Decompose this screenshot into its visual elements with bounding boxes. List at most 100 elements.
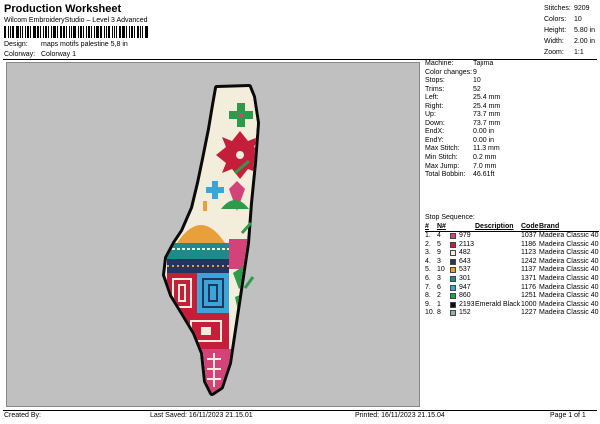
barcode-bar (86, 26, 87, 38)
barcode-bar (4, 26, 6, 38)
stat-value: 1:1 (574, 49, 584, 56)
stat-row: Width: 2.00 in (544, 36, 595, 47)
col-hash: # (425, 223, 429, 230)
info-value: 46.61ft (473, 171, 495, 179)
design-value: maps motifs palestine 5,8 in (41, 41, 128, 48)
info-value: 9 (473, 68, 477, 76)
barcode-bar (129, 26, 130, 38)
info-row: Trims: 52 (425, 86, 599, 95)
info-label: Machine: (425, 60, 454, 67)
stat-row: Stitches: 9209 (544, 3, 595, 14)
color-swatch (450, 301, 456, 308)
design-stats: Stitches: 9209 Colors: 10 Height: 5.80 in W… (544, 3, 595, 58)
barcode-bar (22, 26, 23, 38)
stat-value: 9209 (574, 5, 590, 12)
row-needle: 4 (437, 232, 441, 239)
row-number: 4. (425, 257, 431, 265)
stop-sequence-table: 1. 4 979 1037 Madeira Classic 40 2. 5 2113 1186 M… (425, 232, 599, 318)
row-brand: Madeira Classic 40 (539, 274, 599, 282)
row-thread-name: 2113 (459, 240, 475, 248)
row-code: 1186 (521, 240, 537, 248)
colorway-row: Colorway: Colorway 1 (4, 51, 76, 58)
barcode-bar (12, 26, 14, 38)
info-row: Stops: 10 (425, 77, 599, 86)
row-needle: 10 (437, 266, 445, 274)
color-swatch (450, 241, 456, 248)
stop-sequence-row: 10. 8 152 1227 Madeira Classic 40 (425, 309, 599, 318)
last-saved: Last Saved: 16/11/2023 21.15.01 (150, 412, 253, 419)
info-label: Left: (425, 94, 439, 102)
barcode-bar (106, 26, 107, 38)
row-needle: 2 (437, 292, 441, 300)
stat-value: 2.00 in (574, 38, 596, 45)
stat-label: Width: (544, 38, 564, 45)
barcode-bar (60, 26, 62, 38)
design-label: Design: (4, 41, 28, 48)
col-code: Code (521, 223, 539, 230)
info-label: Color changes: (425, 68, 473, 76)
col-n: N# (437, 223, 446, 230)
row-code: 1137 (521, 266, 537, 274)
created-by: Created By: (4, 412, 41, 419)
barcode-bar (114, 26, 115, 38)
barcode-bar (88, 26, 90, 38)
printed-date: Printed: 16/11/2023 21.15.04 (355, 412, 445, 419)
info-value: 0.00 in (473, 136, 495, 144)
stop-sequence-row: 6. 3 301 1371 Madeira Classic 40 (425, 275, 599, 284)
row-thread-name: 482 (459, 249, 471, 257)
row-brand: Madeira Classic 40 (539, 300, 599, 308)
barcode-bar (116, 26, 117, 38)
row-needle: 5 (437, 240, 441, 248)
barcode-bar (119, 26, 121, 38)
row-number: 1. (425, 232, 431, 239)
software-subtitle: Wilcom EmbroideryStudio – Level 3 Advanc… (4, 17, 148, 24)
stat-label: Height: (544, 27, 567, 34)
row-code: 1227 (521, 309, 537, 317)
barcode-bar (10, 26, 11, 38)
row-code: 1123 (521, 249, 537, 257)
row-code: 1242 (521, 257, 537, 265)
info-value: 73.7 mm (473, 119, 501, 127)
barcode-bar (145, 26, 148, 38)
row-number: 2. (425, 240, 431, 248)
barcode-bar (83, 26, 84, 38)
info-label: Max Stitch: (425, 145, 460, 153)
barcode-bar (131, 26, 133, 38)
barcode-bar (126, 26, 127, 38)
barcode-image (4, 26, 180, 38)
barcode-bar (108, 26, 110, 38)
barcode-bar (45, 26, 47, 38)
row-number: 3. (425, 249, 431, 257)
barcode-bar (91, 26, 92, 38)
info-label: Trims: (425, 85, 445, 93)
barcode-bar (137, 26, 139, 38)
motif-band-teal (167, 243, 229, 259)
info-value: 0.2 mm (473, 154, 497, 162)
stop-sequence-row: 5. 10 537 1137 Madeira Classic 40 (425, 266, 599, 275)
barcode-bar (94, 26, 95, 38)
info-label: Max Jump: (425, 162, 460, 170)
barcode-bar (25, 26, 26, 38)
stat-row: Zoom: 1:1 (544, 47, 595, 58)
barcode-bar (66, 26, 67, 38)
barcode-bar (8, 26, 9, 38)
stop-sequence-row: 2. 5 2113 1186 Madeira Classic 40 (425, 241, 599, 250)
barcode-bar (96, 26, 99, 38)
info-value: 11.3 mm (473, 145, 500, 153)
barcode-bar (122, 26, 125, 38)
info-label: Down: (425, 119, 445, 127)
info-value: 52 (473, 85, 481, 93)
row-number: 5. (425, 266, 431, 274)
barcode-bar (37, 26, 39, 38)
info-value: 25.4 mm (473, 102, 501, 110)
row-number: 7. (425, 283, 431, 291)
row-thread-name: 979 (459, 232, 471, 239)
info-row: Down: 73.7 mm (425, 120, 599, 129)
row-number: 9. (425, 300, 431, 308)
row-thread-name: 301 (459, 274, 471, 282)
color-swatch (450, 250, 456, 257)
design-preview-canvas[interactable] (6, 62, 420, 407)
row-number: 6. (425, 274, 431, 282)
barcode-bar (104, 26, 105, 38)
info-row: Left: 25.4 mm (425, 94, 599, 103)
